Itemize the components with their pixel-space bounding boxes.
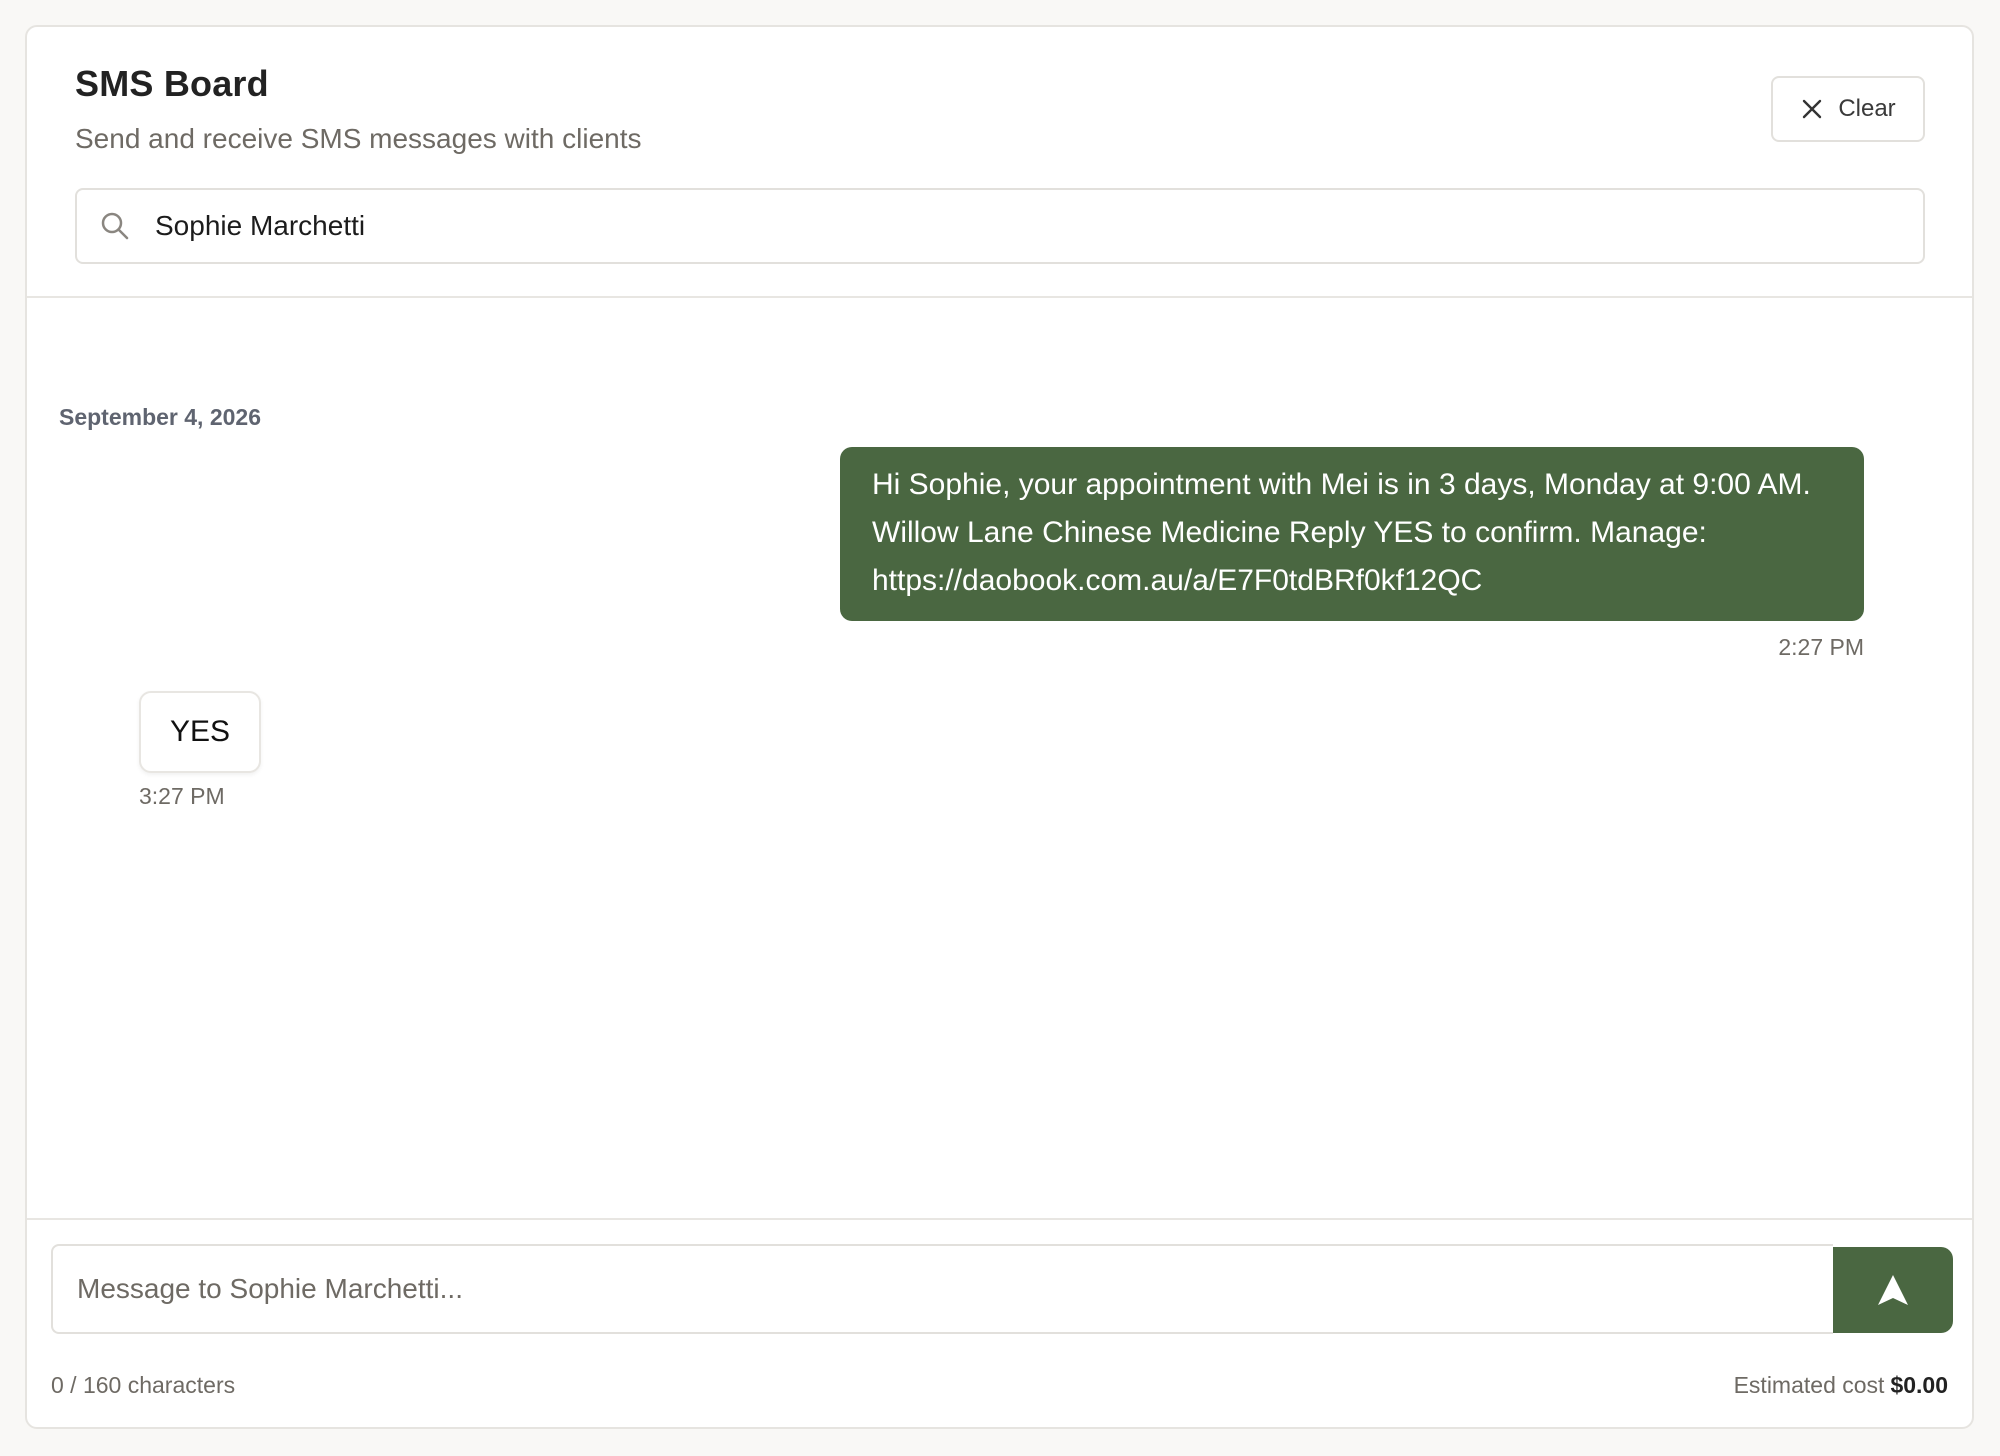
estimated-cost-value: $0.00: [1890, 1372, 1948, 1398]
estimated-cost-label: Estimated cost: [1733, 1372, 1885, 1398]
date-separator: September 4, 2026: [59, 404, 262, 430]
search-input[interactable]: [153, 195, 1923, 257]
search-icon: [101, 212, 129, 240]
page-title: SMS Board: [75, 63, 269, 104]
incoming-message-bubble: YES: [139, 691, 261, 773]
send-icon: [1878, 1275, 1908, 1305]
close-icon: [1803, 99, 1822, 119]
incoming-message-time: 3:27 PM: [139, 783, 225, 809]
clear-button[interactable]: Clear: [1771, 76, 1925, 142]
character-count: 0 / 160 characters: [51, 1372, 236, 1398]
send-button[interactable]: [1833, 1247, 1953, 1333]
clear-button-label: Clear: [1838, 95, 1896, 122]
message-composer: 0 / 160 characters Estimated cost$0.00: [27, 1218, 1972, 1427]
panel-header: SMS Board Send and receive SMS messages …: [27, 27, 1972, 298]
estimated-cost: Estimated cost $0.00: [1734, 1372, 1948, 1399]
page-subtitle: Send and receive SMS messages with clien…: [75, 123, 642, 154]
contact-search: [75, 188, 1925, 264]
outgoing-message-time: 2:27 PM: [1778, 634, 1864, 660]
sms-board-panel: SMS Board Send and receive SMS messages …: [25, 25, 1974, 1429]
message-thread[interactable]: September 4, 2026 Hi Sophie, your appoin…: [27, 298, 1972, 1224]
message-input[interactable]: [51, 1244, 1833, 1334]
outgoing-message-bubble: Hi Sophie, your appointment with Mei is …: [840, 447, 1864, 621]
